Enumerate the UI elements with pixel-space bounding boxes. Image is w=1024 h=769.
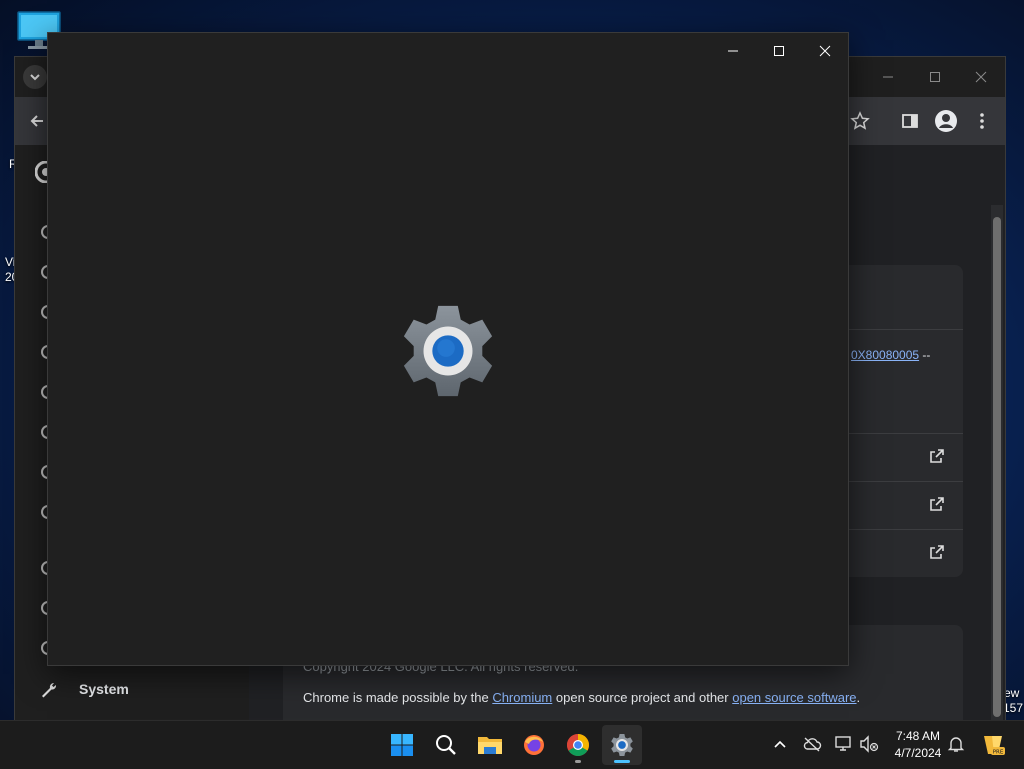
bell-icon: [947, 737, 965, 752]
error-code-link[interactable]: 0X80080005: [851, 348, 919, 362]
file-explorer-button[interactable]: [470, 725, 510, 765]
wrench-icon: [42, 682, 57, 698]
network-icon: [835, 736, 851, 751]
chevron-down-icon: [30, 74, 40, 81]
close-icon: [819, 45, 831, 57]
credits-prefix: Chrome is made possible by the: [303, 690, 493, 705]
taskbar: 7:48 AM 4/7/2024 PRE: [0, 720, 1024, 769]
settings-button[interactable]: [602, 725, 642, 765]
svg-text:PRE: PRE: [993, 750, 1004, 756]
scrollbar[interactable]: [991, 205, 1003, 720]
minimize-icon: [728, 50, 738, 52]
maximize-button[interactable]: [756, 37, 802, 65]
credits-suffix: .: [856, 690, 861, 705]
credits-text: Chrome is made possible by the Chromium …: [303, 690, 860, 705]
star-icon[interactable]: [850, 111, 870, 131]
more-menu-icon[interactable]: [972, 111, 992, 131]
chevron-up-icon: [774, 740, 786, 748]
settings-icon: [611, 733, 633, 757]
settings-gear-icon: [403, 305, 493, 397]
desktop-label-fragment: ew: [1004, 686, 1020, 700]
side-panel-icon[interactable]: [900, 111, 920, 131]
external-link-icon: [930, 449, 944, 463]
cloud-offline-icon: [803, 737, 822, 752]
clock-date: 4/7/2024: [894, 746, 942, 760]
settings-window[interactable]: [47, 32, 849, 666]
profile-icon[interactable]: [934, 109, 958, 133]
volume-tray-button[interactable]: [858, 733, 880, 755]
notifications-button[interactable]: [945, 733, 967, 755]
chromium-link[interactable]: Chromium: [492, 690, 552, 705]
tab-search-button[interactable]: [23, 65, 47, 89]
folder-icon: [478, 737, 502, 754]
start-button[interactable]: [382, 725, 422, 765]
sidebar-item-system[interactable]: System: [37, 675, 237, 705]
copilot-pre-icon: PRE: [984, 736, 1005, 756]
show-hidden-icons-button[interactable]: [769, 733, 791, 755]
sidebar-item-label: System: [79, 681, 129, 697]
clock[interactable]: 7:48 AM 4/7/2024: [882, 728, 954, 762]
close-icon[interactable]: [973, 69, 989, 85]
maximize-icon: [774, 46, 784, 56]
chrome-icon: [567, 734, 589, 756]
credits-middle: open source project and other: [552, 690, 733, 705]
search-button[interactable]: [426, 725, 466, 765]
open-source-link[interactable]: open source software: [732, 690, 856, 705]
external-link-icon: [930, 545, 944, 559]
desktop-label-fragment: 157: [1003, 701, 1024, 715]
firefox-button[interactable]: [514, 725, 554, 765]
close-button[interactable]: [802, 37, 848, 65]
windows-logo-icon: [391, 734, 413, 756]
clock-time: 7:48 AM: [895, 729, 941, 743]
search-icon: [436, 735, 456, 755]
back-arrow-icon[interactable]: [27, 111, 47, 131]
error-suffix: --: [922, 348, 931, 362]
minimize-button[interactable]: [710, 37, 756, 65]
onedrive-tray-button[interactable]: [801, 733, 823, 755]
running-indicator: [575, 760, 581, 763]
scrollbar-thumb[interactable]: [993, 217, 1001, 717]
chrome-button[interactable]: [558, 725, 598, 765]
maximize-icon[interactable]: [927, 69, 943, 85]
network-tray-button[interactable]: [833, 733, 855, 755]
external-link-icon: [930, 497, 944, 511]
active-indicator: [614, 760, 630, 763]
copilot-button[interactable]: PRE: [979, 731, 1007, 759]
volume-muted-icon: [860, 735, 879, 753]
minimize-icon[interactable]: [880, 69, 896, 85]
firefox-icon: [524, 735, 544, 755]
desktop: R Vi 20 ew 157: [0, 0, 1024, 720]
